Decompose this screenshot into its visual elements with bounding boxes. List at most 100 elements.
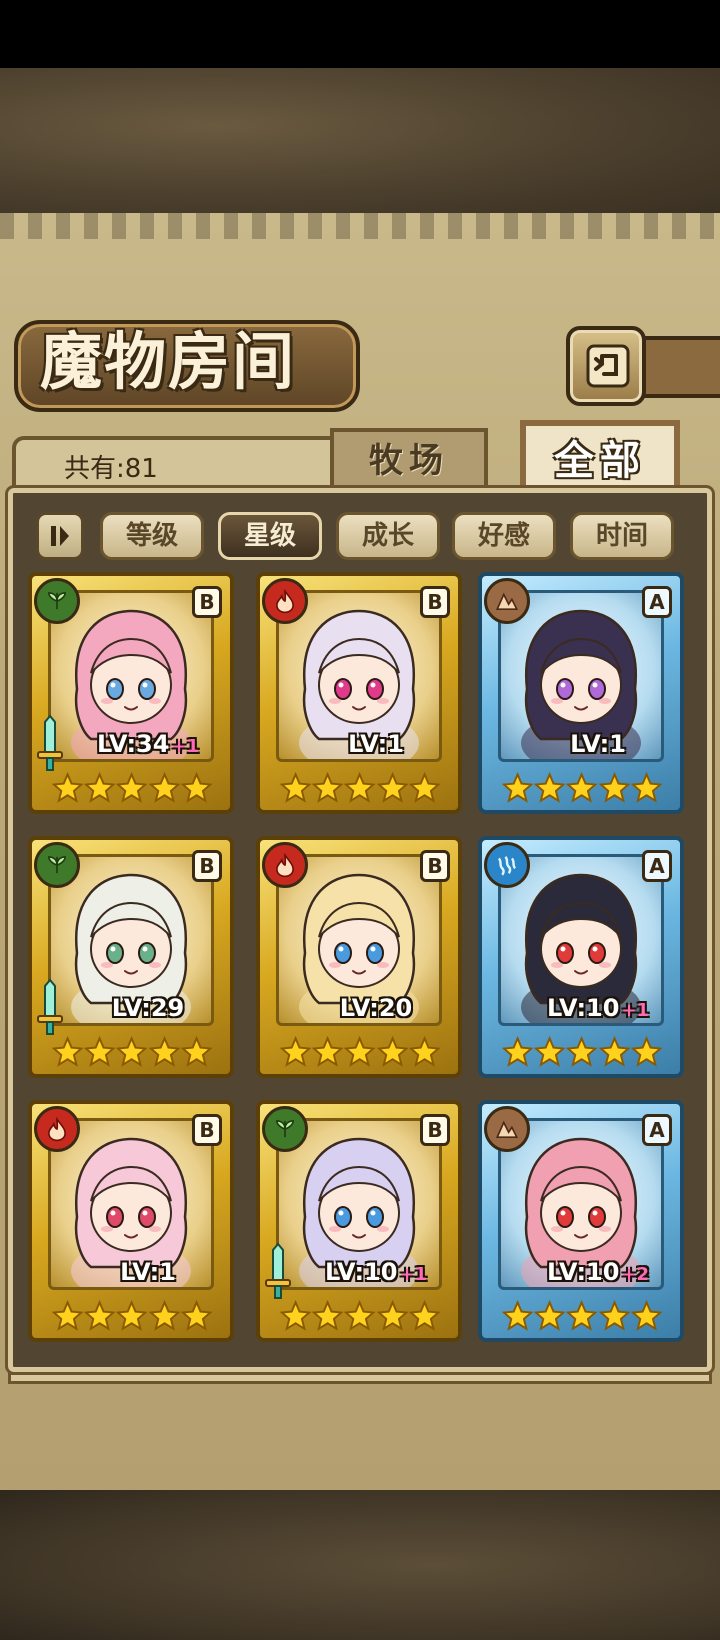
star-icon [534,1036,566,1067]
star-icon [148,1300,180,1331]
star-rating [52,1036,213,1070]
star-rating [280,1036,441,1070]
sword-icon [264,1242,292,1304]
level-text: LV:20 [339,994,413,1022]
fire-element-icon [262,578,308,624]
star-icon [630,1300,663,1331]
panel-bottom-rail [8,1372,712,1384]
rank-badge: B [192,586,222,618]
monster-card[interactable]: A LV:1 [478,572,684,814]
star-icon [598,1300,630,1331]
star-icon [280,1300,312,1331]
sort-direction-icon [51,526,69,546]
status-bar [0,0,720,68]
monster-level: LV:1 [518,730,678,758]
rank-badge: B [420,850,450,882]
monster-level: LV:10 +1 [518,994,678,1022]
monster-card[interactable]: B LV:1 [28,1100,234,1342]
star-icon [180,1300,213,1331]
star-icon [598,1036,630,1067]
monster-count: 共有:81 [64,454,158,484]
level-text: LV:1 [120,1258,176,1286]
star-icon [566,1300,598,1331]
star-icon [344,1036,376,1067]
level-text: LV:1 [348,730,404,758]
sort-by-star-button[interactable]: 星级 [218,512,322,560]
star-rating [280,1300,441,1334]
monster-card[interactable]: B LV:20 [256,836,462,1078]
monster-count-bar: 共有:81 [12,436,342,488]
rank-badge: B [420,586,450,618]
fire-element-icon [34,1106,80,1152]
rank-badge: B [192,850,222,882]
tab-ranch[interactable]: 牧场 [330,428,488,488]
fire-element-icon [262,842,308,888]
star-icon [630,1036,663,1067]
star-icon [630,772,663,803]
sort-by-affection-button[interactable]: 好感 [452,512,556,560]
star-icon [344,1300,376,1331]
star-icon [84,1300,116,1331]
monster-level: LV:10 +2 [518,1258,678,1286]
star-icon [84,772,116,803]
sort-by-time-button[interactable]: 时间 [570,512,674,560]
nature-element-icon [34,842,80,888]
star-icon [408,1036,441,1067]
sword-icon [36,978,64,1040]
monster-level: LV:20 [296,994,456,1022]
star-rating [502,1300,663,1334]
monster-card[interactable]: A LV:10 +1 [478,836,684,1078]
monster-level: LV:1 [296,730,456,758]
star-icon [52,1036,84,1067]
tab-all-label: 全部 [554,438,646,484]
star-icon [408,772,441,803]
monster-card[interactable]: A LV:10 +2 [478,1100,684,1342]
monster-card[interactable]: B LV:10 +1 [256,1100,462,1342]
monster-level: LV:10 +1 [296,1258,456,1286]
star-icon [180,1036,213,1067]
sort-direction-toggle[interactable] [36,512,84,560]
sort-by-growth-button[interactable]: 成长 [336,512,440,560]
star-rating [502,772,663,806]
monster-card[interactable]: B LV:34 +1 [28,572,234,814]
star-icon [180,772,213,803]
star-icon [376,1036,408,1067]
star-icon [502,1300,534,1331]
star-icon [566,772,598,803]
nature-element-icon [34,578,80,624]
level-bonus: +1 [399,1264,428,1285]
star-icon [312,772,344,803]
star-icon [312,1036,344,1067]
monster-level: LV:29 [68,994,228,1022]
level-text: LV:10 [324,1258,398,1286]
star-rating [52,1300,213,1334]
star-rating [280,772,441,806]
star-icon [376,1300,408,1331]
monster-card[interactable]: B LV:29 [28,836,234,1078]
map-background-bottom [0,1490,720,1640]
level-text: LV:34 [96,730,170,758]
sort-by-level-button[interactable]: 等级 [100,512,204,560]
rank-badge: A [642,586,672,618]
star-icon [116,772,148,803]
star-icon [566,1036,598,1067]
star-icon [280,772,312,803]
star-icon [52,1300,84,1331]
star-icon [502,1036,534,1067]
page-title: 魔物房间 [40,325,297,398]
monster-card[interactable]: B LV:1 [256,572,462,814]
level-text: LV:29 [111,994,185,1022]
star-icon [116,1300,148,1331]
star-icon [312,1300,344,1331]
star-icon [598,772,630,803]
star-icon [376,772,408,803]
star-icon [280,1036,312,1067]
star-icon [148,772,180,803]
back-button-tail [640,336,720,398]
nature-element-icon [262,1106,308,1152]
back-button[interactable] [566,326,646,406]
tab-all[interactable]: 全部 [520,420,680,492]
rank-badge: B [420,1114,450,1146]
star-icon [52,772,84,803]
star-icon [534,1300,566,1331]
